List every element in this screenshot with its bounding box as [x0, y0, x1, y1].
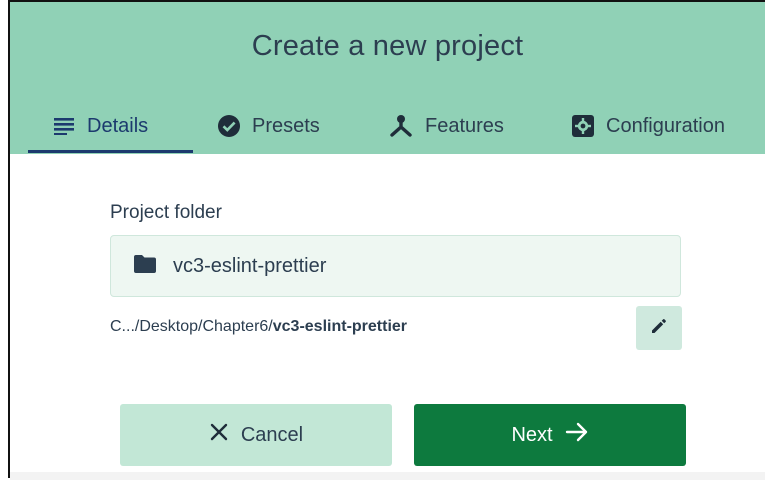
tab-presets[interactable]: Presets	[217, 100, 320, 152]
tab-details[interactable]: Details	[54, 100, 148, 152]
project-folder-name: vc3-eslint-prettier	[173, 254, 327, 277]
project-folder-label: Project folder	[110, 202, 222, 223]
split-icon	[388, 114, 414, 138]
dialog: Create a new project Details Presets Fea…	[8, 0, 765, 480]
tab-configuration[interactable]: Configuration	[571, 100, 725, 152]
active-tab-indicator	[28, 150, 193, 153]
close-icon	[209, 422, 229, 448]
tab-presets-label: Presets	[252, 114, 320, 137]
tab-features-label: Features	[425, 114, 504, 137]
tab-features[interactable]: Features	[388, 100, 504, 152]
dialog-header: Create a new project Details Presets Fea…	[10, 2, 765, 154]
project-path-prefix: C.../Desktop/Chapter6/	[110, 318, 273, 335]
project-path: C.../Desktop/Chapter6/vc3-eslint-prettie…	[110, 318, 407, 336]
gear-box-icon	[571, 114, 595, 138]
bottom-divider	[10, 472, 765, 480]
cancel-button[interactable]: Cancel	[120, 404, 392, 466]
folder-icon	[133, 254, 157, 279]
next-button-label: Next	[511, 423, 553, 446]
next-button[interactable]: Next	[414, 404, 686, 466]
edit-path-button[interactable]	[636, 306, 682, 350]
list-icon	[54, 117, 76, 135]
pencil-icon	[650, 317, 668, 340]
arrow-right-icon	[565, 422, 589, 448]
project-path-current: vc3-eslint-prettier	[272, 318, 408, 335]
dialog-title: Create a new project	[251, 30, 524, 62]
tab-configuration-label: Configuration	[606, 114, 725, 137]
tab-details-label: Details	[87, 114, 149, 137]
cancel-button-label: Cancel	[240, 423, 304, 446]
project-folder-field[interactable]: vc3-eslint-prettier	[110, 235, 681, 297]
check-circle-icon	[217, 114, 241, 138]
